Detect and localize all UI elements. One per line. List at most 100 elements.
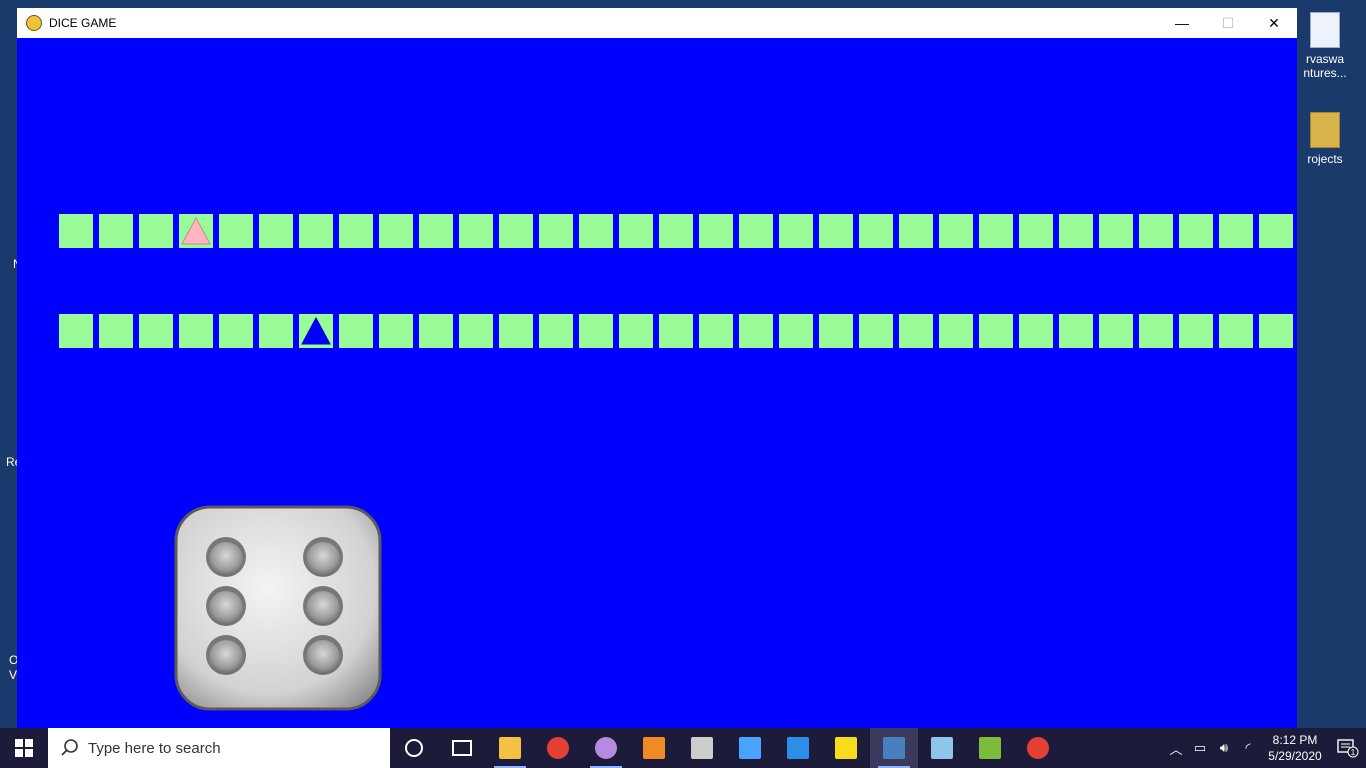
board-cell	[1259, 314, 1293, 348]
board-cell	[979, 214, 1013, 248]
taskbar-android-studio-button[interactable]	[966, 728, 1014, 768]
board-cell	[219, 314, 253, 348]
clock[interactable]: 8:12 PM 5/29/2020	[1260, 732, 1330, 764]
dice-pip-inner	[306, 591, 340, 625]
battery-icon[interactable]: ▭	[1188, 728, 1212, 768]
board-cell	[539, 314, 573, 348]
board-cell	[379, 314, 413, 348]
taskbar-chrome-2-button[interactable]	[1014, 728, 1062, 768]
sublime-text-icon	[643, 737, 665, 759]
taskbar: Type here to search ︿ ▭ 🔊︎ ◜ 8:12 PM 5/2…	[0, 728, 1366, 768]
dice-six[interactable]	[174, 505, 382, 711]
system-tray: ︿ ▭ 🔊︎ ◜ 8:12 PM 5/29/2020 1	[1164, 728, 1366, 768]
wifi-icon[interactable]: ◜	[1236, 728, 1260, 768]
board-cell	[539, 214, 573, 248]
board-cell	[59, 214, 93, 248]
board-cell	[899, 214, 933, 248]
board-cell	[259, 214, 293, 248]
board-cell	[459, 314, 493, 348]
taskbar-cortana-button[interactable]	[390, 728, 438, 768]
desktop-icon-label: ntures...	[1303, 66, 1347, 80]
board-cell	[419, 314, 453, 348]
board-cell	[139, 314, 173, 348]
minimize-button[interactable]: —	[1159, 8, 1205, 38]
taskbar-sublime-text-button[interactable]	[630, 728, 678, 768]
board-cell	[1019, 214, 1053, 248]
player-1-track	[59, 214, 1293, 248]
board-cell	[1019, 314, 1053, 348]
window-controls: — ☐ ✕	[1159, 8, 1297, 38]
github-desktop-icon	[595, 737, 617, 759]
board-cell	[1179, 314, 1213, 348]
board-cell	[179, 214, 213, 248]
dice-pip-inner	[209, 591, 243, 625]
dice-pip-inner	[209, 640, 243, 674]
board-cell	[1099, 314, 1133, 348]
microsoft-store-icon	[739, 737, 761, 759]
board-cell	[1059, 314, 1093, 348]
board-cell	[219, 214, 253, 248]
chrome-icon	[547, 737, 569, 759]
python-icon	[26, 15, 42, 31]
volume-icon[interactable]: 🔊︎	[1212, 728, 1236, 768]
notification-count: 1	[1351, 748, 1356, 757]
taskbar-chrome-button[interactable]	[534, 728, 582, 768]
taskbar-github-desktop-button[interactable]	[582, 728, 630, 768]
board-cell	[859, 214, 893, 248]
board-cell	[779, 214, 813, 248]
start-button[interactable]	[0, 728, 48, 768]
search-box[interactable]: Type here to search	[48, 728, 390, 768]
board-cell	[1099, 214, 1133, 248]
board-cell	[739, 214, 773, 248]
taskbar-task-view-button[interactable]	[438, 728, 486, 768]
clock-date: 5/29/2020	[1268, 749, 1322, 763]
desktop-icon-document[interactable]: rvaswa ntures...	[1290, 12, 1360, 80]
board-cell	[99, 314, 133, 348]
board-cell	[779, 314, 813, 348]
taskbar-sticky-notes-button[interactable]	[822, 728, 870, 768]
board-cell	[299, 214, 333, 248]
board-cell	[1139, 214, 1173, 248]
board-cell	[1179, 214, 1213, 248]
board-cell	[619, 214, 653, 248]
board-cell	[499, 214, 533, 248]
board-cell	[659, 314, 693, 348]
board-cell	[739, 314, 773, 348]
desktop-icon-projects[interactable]: rojects	[1290, 112, 1360, 166]
maximize-button[interactable]: ☐	[1205, 8, 1251, 38]
android-studio-icon	[979, 737, 1001, 759]
file-explorer-icon	[499, 737, 521, 759]
board-cell	[939, 214, 973, 248]
board-cell	[699, 214, 733, 248]
board-cell	[1139, 314, 1173, 348]
notepad-icon	[931, 737, 953, 759]
board-cell	[339, 214, 373, 248]
notification-center-button[interactable]: 1	[1330, 738, 1366, 758]
board-cell	[659, 214, 693, 248]
taskbar-file-explorer-button[interactable]	[486, 728, 534, 768]
board-cell	[819, 314, 853, 348]
board-cell	[459, 214, 493, 248]
taskbar-vscode-button[interactable]	[774, 728, 822, 768]
search-icon	[61, 739, 78, 756]
clock-time: 8:12 PM	[1272, 733, 1318, 747]
board-cell	[99, 214, 133, 248]
terminal-icon	[691, 737, 713, 759]
board-cell	[939, 314, 973, 348]
taskbar-notepad-button[interactable]	[918, 728, 966, 768]
title-bar[interactable]: DICE GAME — ☐ ✕	[17, 8, 1297, 38]
player-token-icon	[301, 317, 331, 345]
taskbar-terminal-button[interactable]	[678, 728, 726, 768]
window-title: DICE GAME	[49, 16, 117, 30]
sticky-notes-icon	[835, 737, 857, 759]
game-window: DICE GAME — ☐ ✕	[17, 8, 1297, 728]
board-cell	[819, 214, 853, 248]
board-cell	[619, 314, 653, 348]
close-button[interactable]: ✕	[1251, 8, 1297, 38]
search-placeholder: Type here to search	[88, 739, 221, 757]
chevron-up-icon[interactable]: ︿	[1164, 728, 1188, 768]
taskbar-microsoft-store-button[interactable]	[726, 728, 774, 768]
document-icon	[1310, 12, 1340, 48]
windows-logo-icon	[15, 739, 33, 757]
taskbar-python-button[interactable]	[870, 728, 918, 768]
